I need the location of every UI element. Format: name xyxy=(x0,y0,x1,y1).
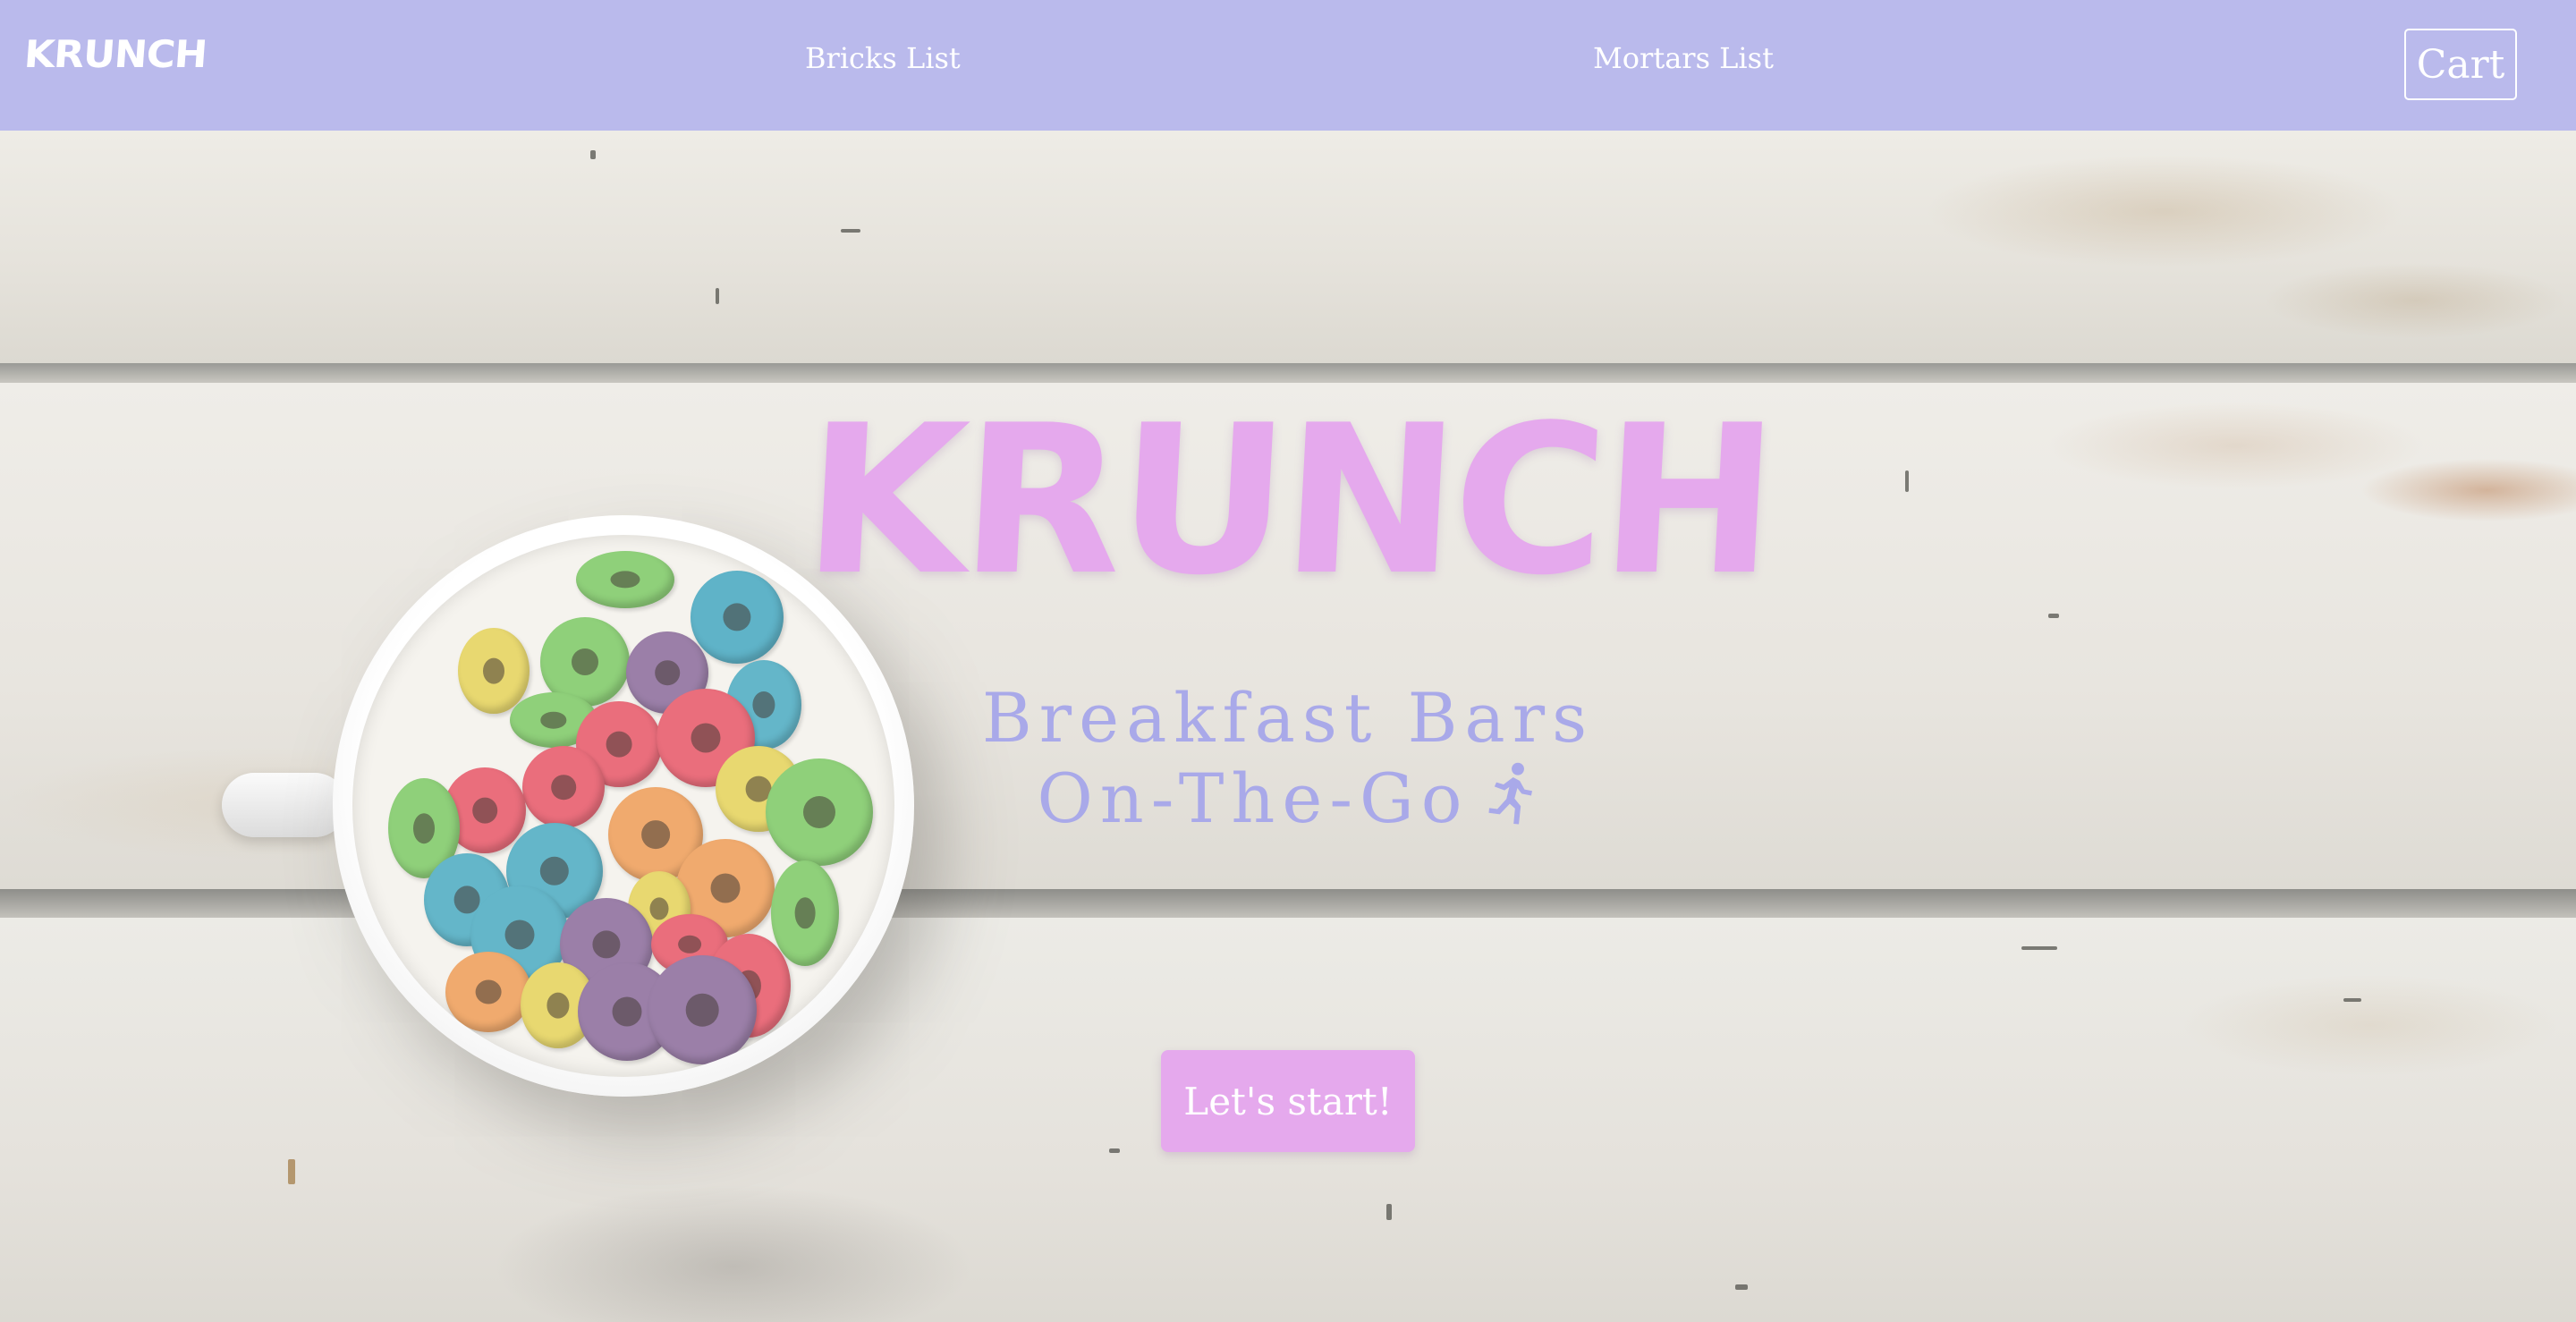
hero-tagline: Breakfast Bars On-The-Go xyxy=(0,678,2576,846)
nav-link-mortars-list[interactable]: Mortars List xyxy=(1593,41,1774,75)
wood-fleck xyxy=(2048,614,2059,618)
brand-logo[interactable]: KRUNCH xyxy=(22,32,208,76)
wood-fleck xyxy=(590,150,596,159)
wood-fleck xyxy=(2021,946,2057,950)
tagline-line-2: On-The-Go xyxy=(1037,758,1470,838)
top-navbar: KRUNCH Bricks List Mortars List Cart xyxy=(0,0,2576,131)
cereal-loop xyxy=(445,952,531,1032)
tagline-line-2-wrapper: On-The-Go xyxy=(0,758,2576,846)
wood-fleck xyxy=(841,229,860,233)
hero-title: KRUNCH xyxy=(798,382,1778,621)
wood-fleck xyxy=(2343,998,2361,1002)
hero-section: KRUNCH Breakfast Bars On-The-Go Let's st… xyxy=(0,131,2576,1322)
plank-gap xyxy=(0,363,2576,383)
wood-fleck xyxy=(288,1159,295,1184)
wood-fleck xyxy=(1386,1204,1392,1220)
cereal-loop xyxy=(648,955,757,1064)
wood-fleck xyxy=(1109,1148,1120,1153)
running-person-icon xyxy=(1482,761,1539,846)
lets-start-button[interactable]: Let's start! xyxy=(1161,1050,1415,1152)
cart-button[interactable]: Cart xyxy=(2404,29,2517,100)
wood-fleck xyxy=(1735,1284,1748,1290)
wood-plank xyxy=(0,131,2576,363)
cereal-loop xyxy=(771,860,839,966)
tagline-line-1: Breakfast Bars xyxy=(981,678,1595,758)
nav-link-bricks-list[interactable]: Bricks List xyxy=(805,41,961,75)
wood-fleck xyxy=(716,288,719,304)
